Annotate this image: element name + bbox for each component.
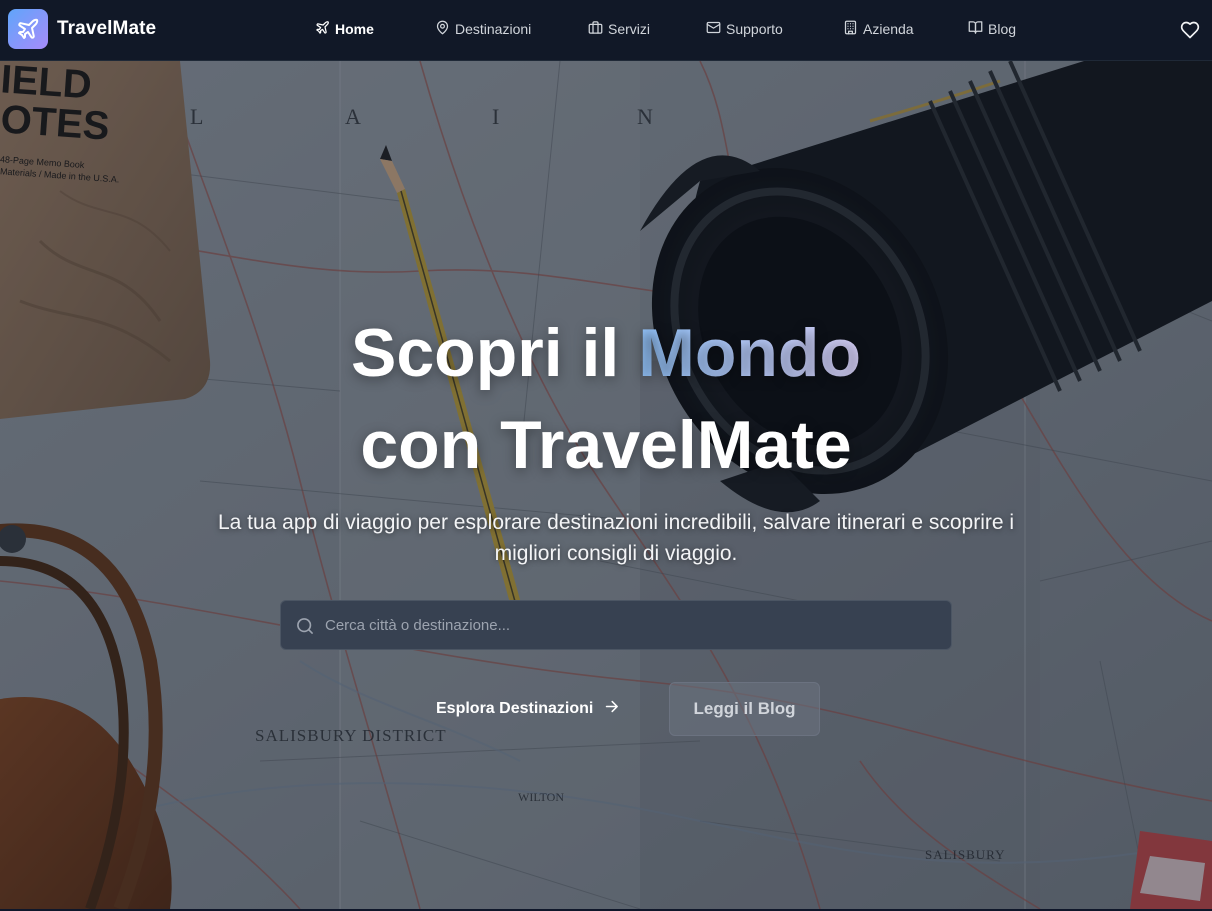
search-bar: [280, 600, 952, 650]
nav-item-label: Destinazioni: [455, 21, 532, 37]
briefcase-icon: [588, 20, 603, 38]
explore-destinations-button[interactable]: Esplora Destinazioni: [436, 697, 620, 721]
nav-item-label: Blog: [988, 21, 1017, 37]
building-icon: [843, 20, 858, 38]
book-open-icon: [968, 20, 983, 38]
nav-item-supporto[interactable]: Supporto: [706, 20, 783, 38]
hero-title-accent: Mondo: [638, 315, 861, 391]
search-icon: [295, 616, 315, 641]
hero-title-start: Scopri il: [351, 315, 639, 391]
nav-item-label: Azienda: [863, 21, 914, 37]
nav-item-azienda[interactable]: Azienda: [843, 20, 914, 38]
map-pin-icon: [435, 20, 450, 38]
nav-item-servizi[interactable]: Servizi: [588, 20, 650, 38]
plane-icon: [315, 20, 330, 38]
plane-icon: [8, 9, 48, 49]
nav-item-label: Home: [335, 21, 374, 37]
nav-item-label: Servizi: [608, 21, 651, 37]
explore-destinations-label: Esplora Destinazioni: [436, 700, 594, 717]
brand[interactable]: TravelMate: [8, 9, 156, 49]
search-input[interactable]: [325, 601, 935, 649]
nav-item-label: Supporto: [726, 21, 783, 37]
nav-item-destinazioni[interactable]: Destinazioni: [435, 20, 531, 38]
nav-item-blog[interactable]: Blog: [968, 20, 1016, 38]
hero-subtitle: La tua app di viaggio per esplorare dest…: [217, 511, 1015, 565]
nav-item-home[interactable]: Home: [315, 20, 374, 38]
mail-icon: [706, 20, 721, 38]
brand-name: TravelMate: [57, 18, 157, 39]
read-blog-label: Leggi il Blog: [693, 699, 796, 718]
top-navbar: TravelMate Home Destinazioni Servizi Sup…: [0, 0, 1212, 61]
hero-section: A I N L SALISBURY DISTRICT WILTON SALISB…: [0, 61, 1212, 909]
read-blog-button[interactable]: Leggi il Blog: [669, 682, 820, 736]
heart-icon[interactable]: [1180, 20, 1200, 40]
arrow-right-icon: [603, 698, 620, 720]
hero-title: Scopri il Mondo con TravelMate: [0, 307, 1212, 491]
hero-title-line2: con TravelMate: [360, 407, 852, 483]
